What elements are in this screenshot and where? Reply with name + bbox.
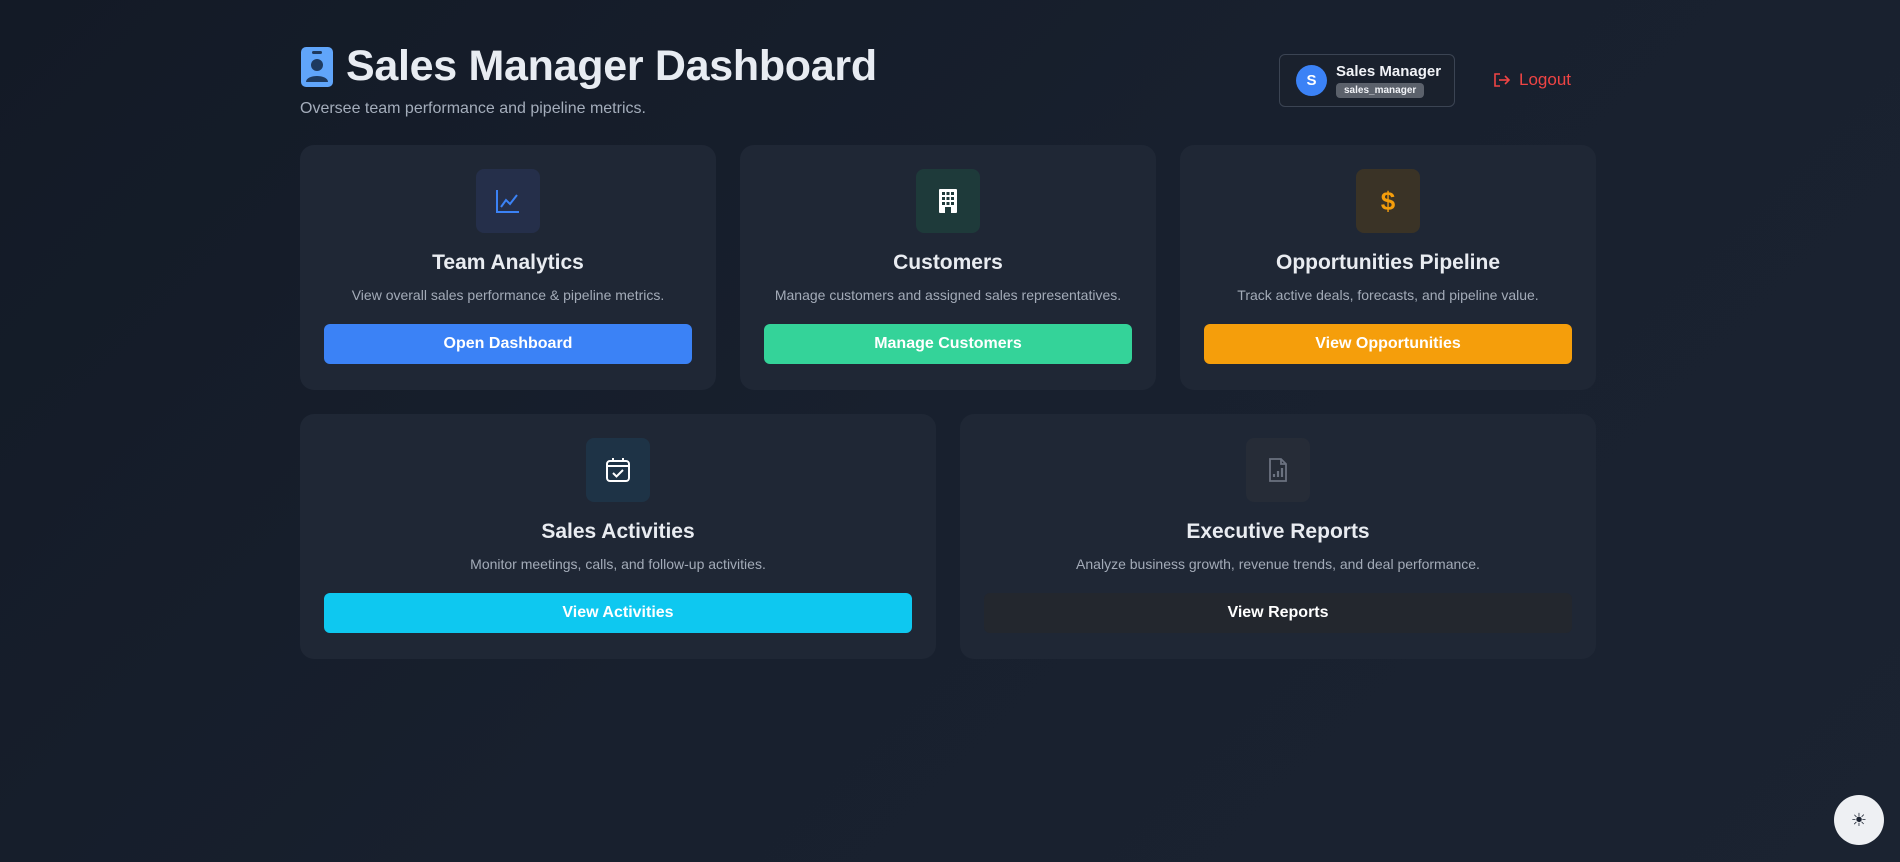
building-icon xyxy=(939,189,957,213)
card-title: Opportunities Pipeline xyxy=(1275,251,1501,274)
page-header: Sales Manager Dashboard Oversee team per… xyxy=(300,0,1596,145)
card-sales-activities: Sales Activities Monitor meetings, calls… xyxy=(300,414,936,659)
avatar: S xyxy=(1296,65,1327,96)
card-description: Track active deals, forecasts, and pipel… xyxy=(1237,287,1539,303)
card-icon-tile xyxy=(1246,438,1310,502)
sun-icon: ☀ xyxy=(1850,809,1868,830)
view-opportunities-button[interactable]: View Opportunities xyxy=(1204,324,1572,364)
card-icon-tile xyxy=(586,438,650,502)
title-row: Sales Manager Dashboard xyxy=(300,42,877,91)
card-icon-tile xyxy=(476,169,540,233)
card-title: Executive Reports xyxy=(1186,520,1370,543)
card-team-analytics: Team Analytics View overall sales perfor… xyxy=(300,145,716,390)
page-subtitle: Oversee team performance and pipeline me… xyxy=(300,100,646,117)
logout-label: Logout xyxy=(1519,70,1571,89)
theme-toggle-button[interactable]: ☀ xyxy=(1834,795,1884,845)
user-info: Sales Manager sales_manager xyxy=(1336,63,1441,98)
card-opportunities-pipeline: $ Opportunities Pipeline Track active de… xyxy=(1180,145,1596,390)
card-icon-tile xyxy=(916,169,980,233)
report-file-icon xyxy=(1269,458,1287,482)
card-icon-tile: $ xyxy=(1356,169,1420,233)
calendar-check-icon xyxy=(606,458,630,482)
card-title: Team Analytics xyxy=(432,251,584,274)
card-description: View overall sales performance & pipelin… xyxy=(351,287,665,303)
card-title: Customers xyxy=(893,251,1003,274)
user-profile-box[interactable]: S Sales Manager sales_manager xyxy=(1279,54,1455,107)
id-badge-icon xyxy=(301,46,333,87)
card-customers: Customers Manage customers and assigned … xyxy=(740,145,1156,390)
manage-customers-button[interactable]: Manage Customers xyxy=(764,324,1132,364)
open-dashboard-button[interactable]: Open Dashboard xyxy=(324,324,692,364)
view-activities-button[interactable]: View Activities xyxy=(324,593,912,633)
card-description: Analyze business growth, revenue trends,… xyxy=(1076,556,1480,572)
card-title: Sales Activities xyxy=(541,520,695,543)
dollar-icon: $ xyxy=(1380,185,1396,216)
page-title: Sales Manager Dashboard xyxy=(346,42,877,90)
logout-icon xyxy=(1494,73,1511,87)
user-name: Sales Manager xyxy=(1336,63,1442,80)
card-executive-reports: Executive Reports Analyze business growt… xyxy=(960,414,1596,659)
role-badge: sales_manager xyxy=(1336,83,1425,98)
line-chart-icon xyxy=(496,190,519,213)
dashboard-container: Sales Manager Dashboard Oversee team per… xyxy=(300,0,1596,659)
logout-button[interactable]: Logout xyxy=(1493,70,1571,90)
card-description: Monitor meetings, calls, and follow-up a… xyxy=(470,556,766,572)
view-reports-button[interactable]: View Reports xyxy=(984,593,1572,633)
card-description: Manage customers and assigned sales repr… xyxy=(774,287,1122,303)
